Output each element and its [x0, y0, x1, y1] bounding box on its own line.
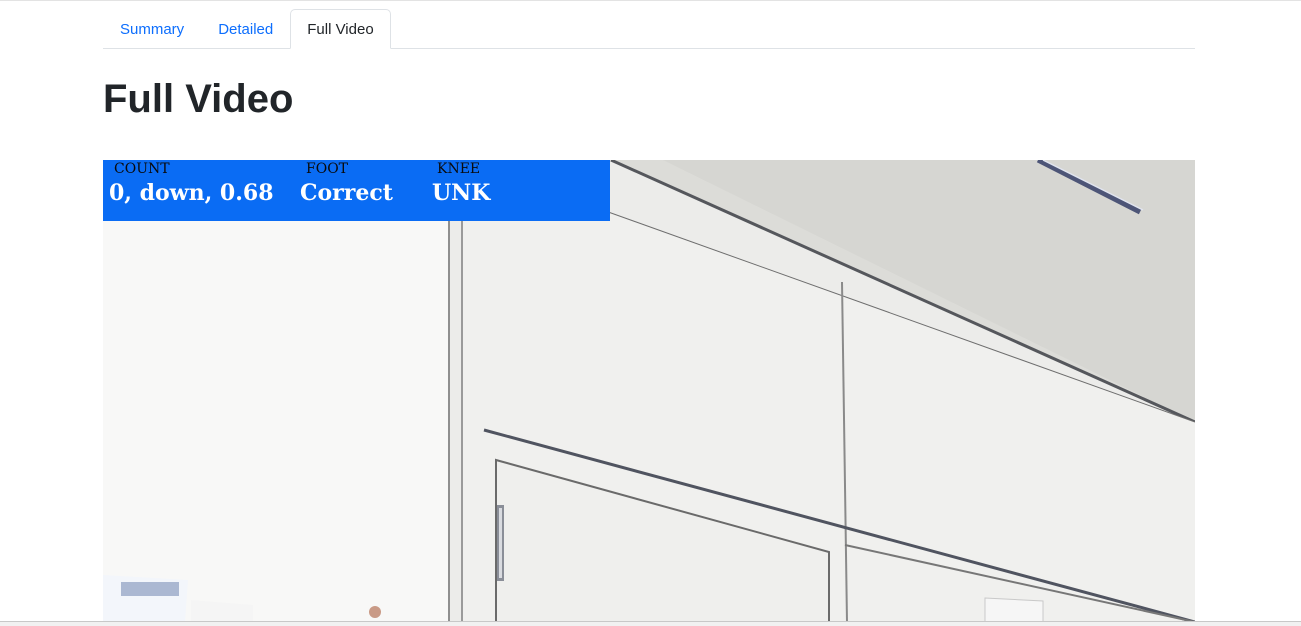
- count-label: COUNT: [114, 161, 170, 177]
- knee-label: KNEE: [437, 161, 481, 177]
- video-frame: [103, 160, 1195, 622]
- foot-label: FOOT: [306, 161, 349, 177]
- tab-full-video[interactable]: Full Video: [290, 9, 391, 49]
- count-value: 0, down, 0.68: [109, 180, 274, 206]
- tab-detailed[interactable]: Detailed: [201, 9, 290, 49]
- top-divider: [0, 0, 1301, 1]
- knee-value: UNK: [432, 180, 491, 206]
- page: Summary Detailed Full Video Full Video C…: [0, 0, 1301, 626]
- tab-bar: Summary Detailed Full Video: [103, 8, 1195, 49]
- tab-summary[interactable]: Summary: [103, 9, 201, 49]
- page-title: Full Video: [103, 77, 294, 121]
- foot-value: Correct: [300, 180, 393, 206]
- pose-overlay-panel: COUNT 0, down, 0.68 FOOT Correct KNEE UN…: [103, 160, 610, 221]
- video-player[interactable]: COUNT 0, down, 0.68 FOOT Correct KNEE UN…: [103, 160, 1195, 622]
- horizontal-scrollbar[interactable]: [0, 621, 1301, 626]
